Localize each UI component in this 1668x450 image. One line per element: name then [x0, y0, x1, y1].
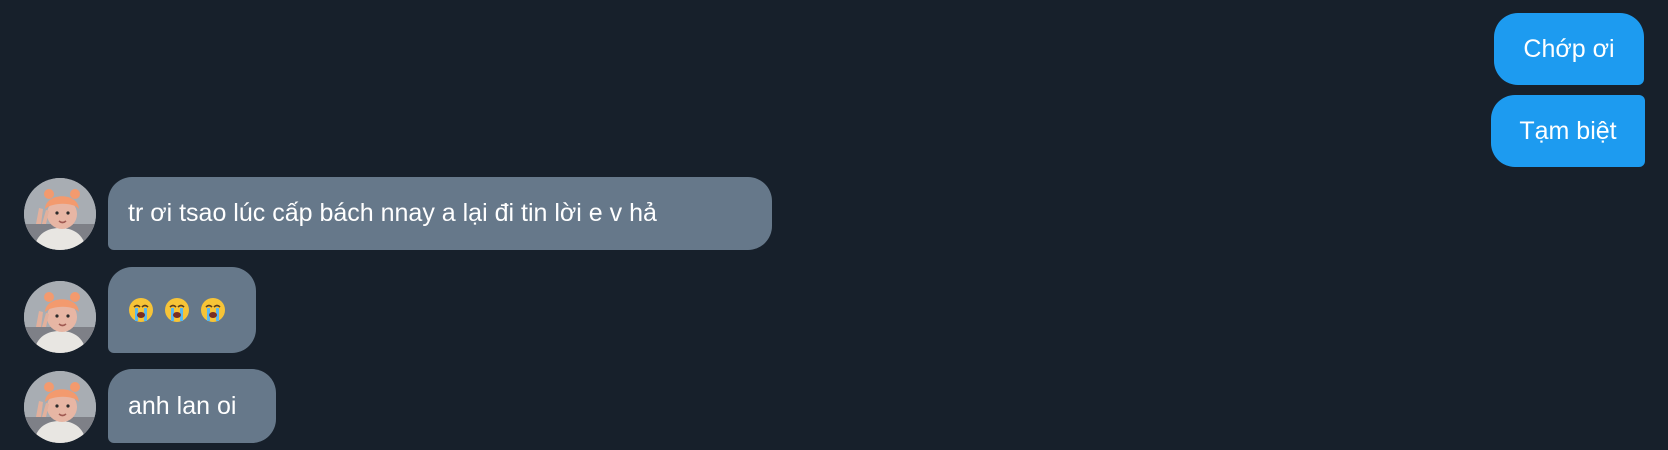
incoming-message[interactable]: tr ơi tsao lúc cấp bách nnay a lại đi ti… — [108, 177, 772, 250]
outgoing-message[interactable]: Chớp ơi — [1494, 13, 1644, 85]
loudly-crying-face-icon — [200, 297, 226, 323]
avatar-photo-icon — [24, 371, 96, 443]
message-text: Tạm biệt — [1519, 116, 1617, 145]
incoming-message[interactable] — [108, 267, 256, 353]
outgoing-message[interactable]: Tạm biệt — [1491, 95, 1645, 167]
emoji-row — [128, 297, 226, 323]
incoming-message[interactable]: anh lan oi — [108, 369, 276, 443]
message-text: anh lan oi — [128, 391, 237, 420]
avatar-photo-icon — [24, 178, 96, 250]
avatar[interactable] — [24, 281, 96, 353]
message-text: tr ơi tsao lúc cấp bách nnay a lại đi ti… — [128, 199, 657, 227]
avatar[interactable] — [24, 178, 96, 250]
loudly-crying-face-icon — [128, 297, 154, 323]
message-text: Chớp ơi — [1523, 34, 1615, 63]
avatar-photo-icon — [24, 281, 96, 353]
avatar[interactable] — [24, 371, 96, 443]
chat-thread: Chớp ơi Tạm biệt tr ơi tsao lúc cấp bách… — [0, 0, 1668, 450]
loudly-crying-face-icon — [164, 297, 190, 323]
